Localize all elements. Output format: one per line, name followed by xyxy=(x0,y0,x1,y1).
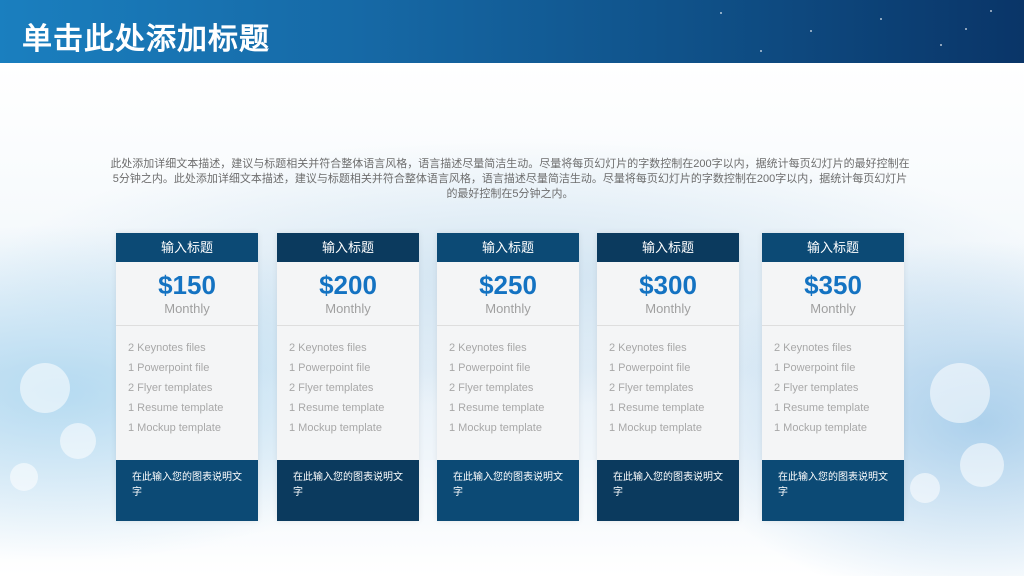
feature-item: 1 Resume template xyxy=(289,402,385,414)
bokeh-light xyxy=(20,363,70,413)
sparkle xyxy=(940,44,942,46)
feature-item: 2 Flyer templates xyxy=(609,382,694,394)
pricing-card: 输入标题 $250 Monthly 2 Keynotes files 1 Pow… xyxy=(437,233,579,521)
feature-item: 1 Resume template xyxy=(774,402,870,414)
card-price: $150 xyxy=(158,270,216,300)
card-divider xyxy=(277,325,419,326)
bokeh-light xyxy=(60,423,96,459)
card-heading[interactable]: 输入标题 xyxy=(116,233,258,262)
slide-title[interactable]: 单击此处添加标题 xyxy=(22,14,270,58)
card-footer-note[interactable]: 在此输入您的图表说明文字 xyxy=(597,460,739,521)
sparkle xyxy=(990,10,992,12)
card-footer-note[interactable]: 在此输入您的图表说明文字 xyxy=(437,460,579,521)
card-price: $200 xyxy=(319,270,377,300)
feature-list: 2 Keynotes files 1 Powerpoint file 2 Fly… xyxy=(437,338,579,438)
feature-item: 1 Powerpoint file xyxy=(449,362,531,374)
card-heading[interactable]: 输入标题 xyxy=(437,233,579,262)
pricing-card: 输入标题 $150 Monthly 2 Keynotes files 1 Pow… xyxy=(116,233,258,521)
card-period: Monthly xyxy=(485,301,531,316)
card-divider xyxy=(116,325,258,326)
feature-item: 1 Powerpoint file xyxy=(774,362,856,374)
feature-item: 2 Flyer templates xyxy=(774,382,859,394)
feature-item: 2 Keynotes files xyxy=(289,342,367,354)
card-period: Monthly xyxy=(645,301,691,316)
bokeh-light xyxy=(10,463,38,491)
card-heading[interactable]: 输入标题 xyxy=(277,233,419,262)
card-price: $250 xyxy=(479,270,537,300)
pricing-card: 输入标题 $350 Monthly 2 Keynotes files 1 Pow… xyxy=(762,233,904,521)
sparkle xyxy=(965,28,967,30)
card-divider xyxy=(597,325,739,326)
card-heading[interactable]: 输入标题 xyxy=(597,233,739,262)
card-period: Monthly xyxy=(164,301,210,316)
feature-item: 1 Resume template xyxy=(449,402,545,414)
bokeh-light xyxy=(960,443,1004,487)
feature-item: 2 Flyer templates xyxy=(128,382,213,394)
bokeh-light xyxy=(910,473,940,503)
card-heading[interactable]: 输入标题 xyxy=(762,233,904,262)
feature-item: 1 Mockup template xyxy=(609,422,702,434)
card-footer-note[interactable]: 在此输入您的图表说明文字 xyxy=(762,460,904,521)
bokeh-light xyxy=(930,363,990,423)
feature-item: 2 Keynotes files xyxy=(128,342,206,354)
feature-item: 2 Keynotes files xyxy=(609,342,687,354)
card-footer-note[interactable]: 在此输入您的图表说明文字 xyxy=(277,460,419,521)
card-period: Monthly xyxy=(325,301,371,316)
pricing-card: 输入标题 $200 Monthly 2 Keynotes files 1 Pow… xyxy=(277,233,419,521)
feature-list: 2 Keynotes files 1 Powerpoint file 2 Fly… xyxy=(277,338,419,438)
feature-list: 2 Keynotes files 1 Powerpoint file 2 Fly… xyxy=(597,338,739,438)
sparkle xyxy=(760,50,762,52)
feature-list: 2 Keynotes files 1 Powerpoint file 2 Fly… xyxy=(762,338,904,438)
card-footer-note[interactable]: 在此输入您的图表说明文字 xyxy=(116,460,258,521)
feature-item: 2 Flyer templates xyxy=(289,382,374,394)
pricing-card: 输入标题 $300 Monthly 2 Keynotes files 1 Pow… xyxy=(597,233,739,521)
feature-item: 2 Keynotes files xyxy=(774,342,852,354)
feature-list: 2 Keynotes files 1 Powerpoint file 2 Fly… xyxy=(116,338,258,438)
card-price: $300 xyxy=(639,270,697,300)
feature-item: 1 Mockup template xyxy=(449,422,542,434)
sparkle xyxy=(810,30,812,32)
card-price: $350 xyxy=(804,270,862,300)
feature-item: 1 Resume template xyxy=(128,402,224,414)
feature-item: 1 Powerpoint file xyxy=(609,362,691,374)
sparkle xyxy=(720,12,722,14)
sparkle xyxy=(880,18,882,20)
feature-item: 1 Mockup template xyxy=(289,422,382,434)
card-divider xyxy=(762,325,904,326)
feature-item: 2 Flyer templates xyxy=(449,382,534,394)
feature-item: 1 Resume template xyxy=(609,402,705,414)
card-period: Monthly xyxy=(810,301,856,316)
feature-item: 1 Mockup template xyxy=(128,422,221,434)
header-banner: 单击此处添加标题 xyxy=(0,0,1024,63)
feature-item: 2 Keynotes files xyxy=(449,342,527,354)
card-divider xyxy=(437,325,579,326)
feature-item: 1 Powerpoint file xyxy=(128,362,210,374)
feature-item: 1 Mockup template xyxy=(774,422,867,434)
slide-description[interactable]: 此处添加详细文本描述，建议与标题相关并符合整体语言风格，语言描述尽量简洁生动。尽… xyxy=(110,157,910,202)
feature-item: 1 Powerpoint file xyxy=(289,362,371,374)
